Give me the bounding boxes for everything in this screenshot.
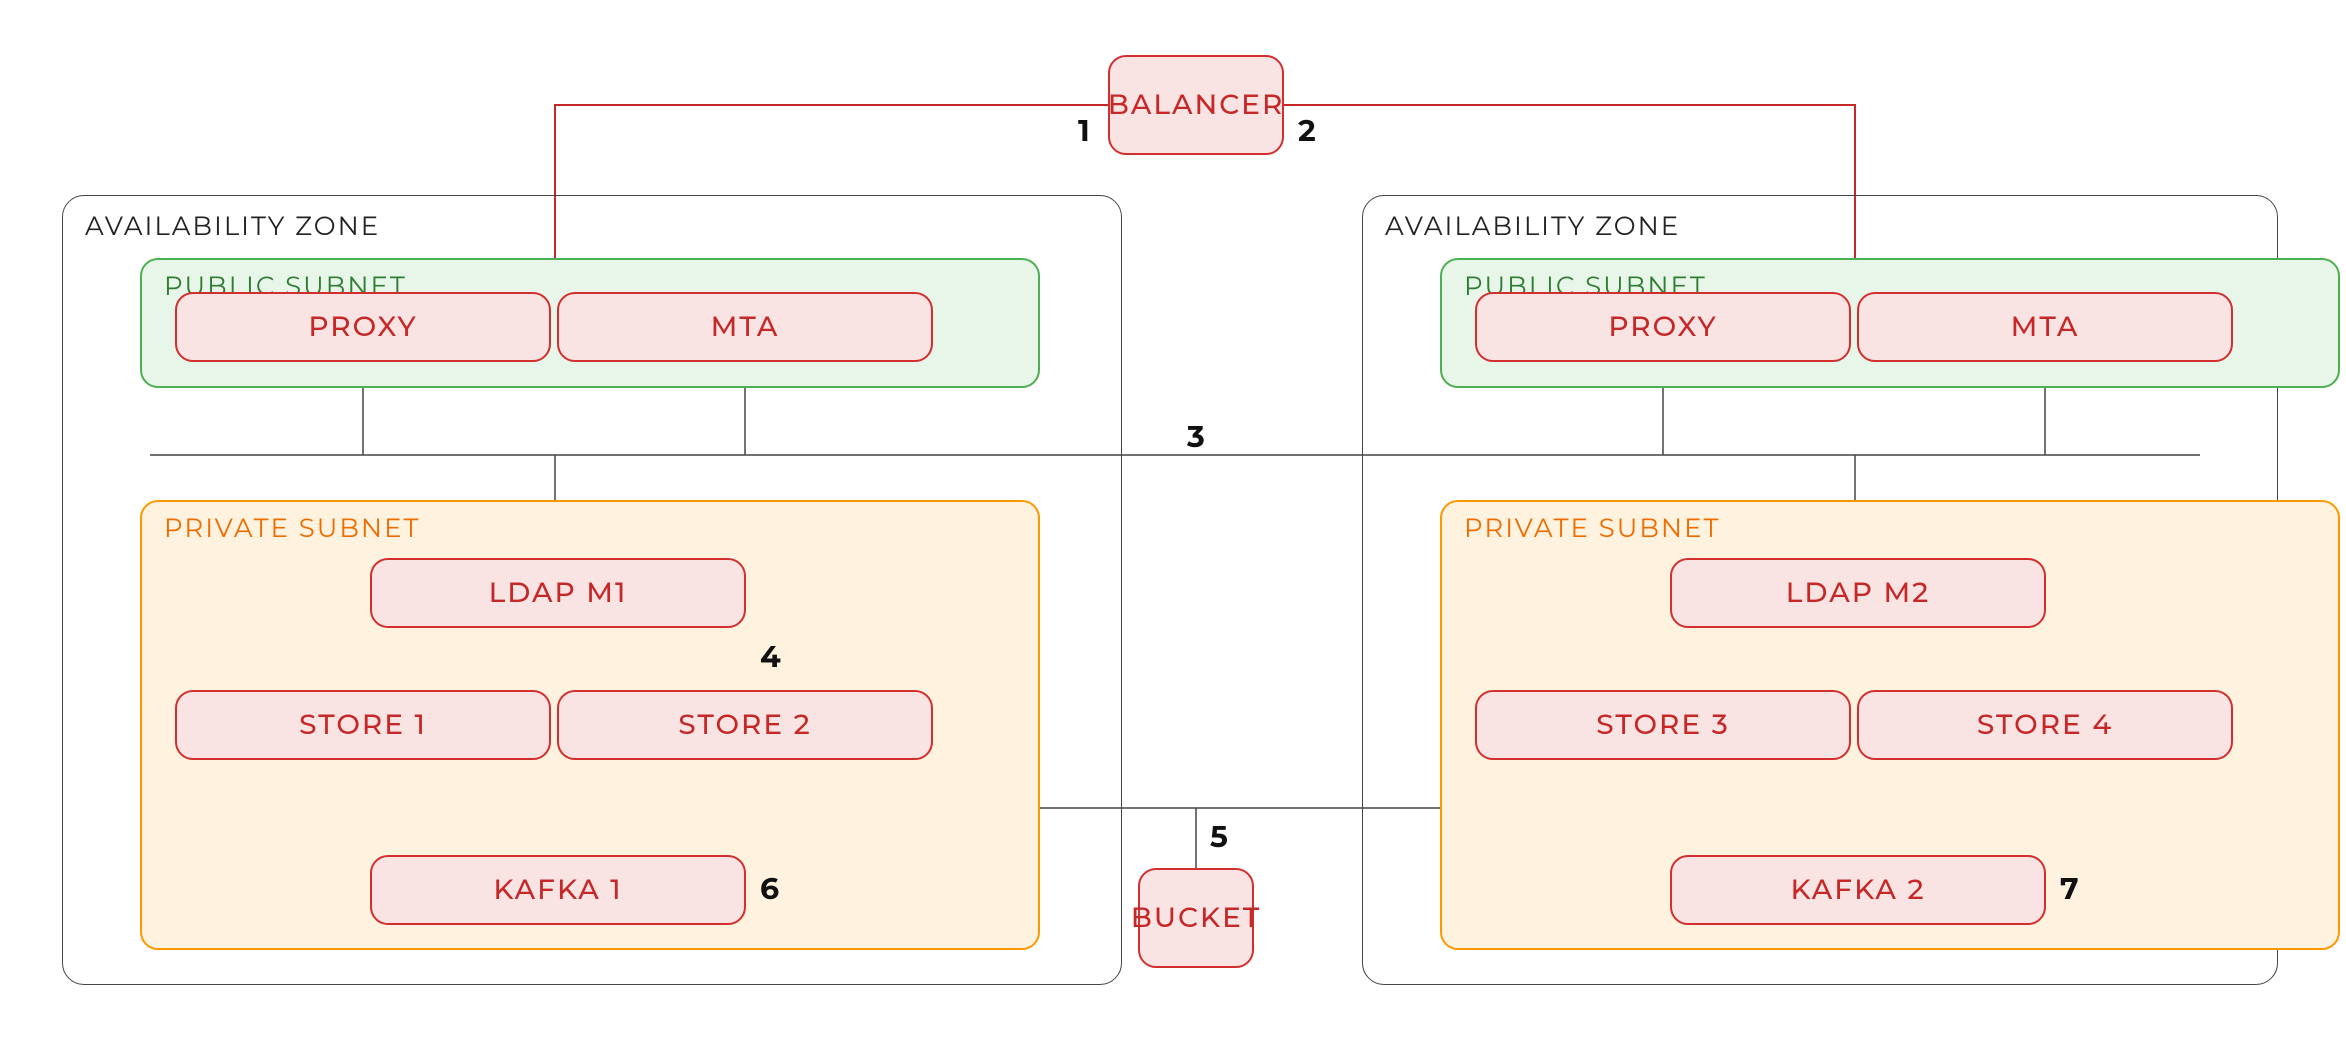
az2-private-label: PRIVATE SUBNET — [1464, 512, 1720, 544]
callout-2: 2 — [1298, 112, 1316, 149]
az2-mta-node: MTA — [1857, 292, 2233, 362]
balancer-label: BALANCER — [1108, 88, 1285, 122]
az2-proxy-label: PROXY — [1608, 310, 1717, 344]
az2-store4-label: STORE 4 — [1977, 708, 2113, 742]
callout-3: 3 — [1187, 418, 1205, 455]
az1-ldap-node: LDAP M1 — [370, 558, 746, 628]
az2-store3-node: STORE 3 — [1475, 690, 1851, 760]
az1-store2-label: STORE 2 — [678, 708, 812, 742]
az1-proxy-node: PROXY — [175, 292, 551, 362]
callout-7: 7 — [2060, 870, 2079, 907]
az2-ldap-label: LDAP M2 — [1786, 576, 1931, 610]
az2-mta-label: MTA — [2011, 310, 2080, 344]
az1-private-label: PRIVATE SUBNET — [164, 512, 420, 544]
az1-store1-node: STORE 1 — [175, 690, 551, 760]
az1-store1-label: STORE 1 — [299, 708, 427, 742]
az1-mta-node: MTA — [557, 292, 933, 362]
bucket-label: BUCKET — [1131, 901, 1262, 935]
az2-kafka-label: KAFKA 2 — [1790, 873, 1925, 907]
az2-proxy-node: PROXY — [1475, 292, 1851, 362]
az2-store3-label: STORE 3 — [1596, 708, 1729, 742]
callout-1: 1 — [1078, 112, 1090, 149]
az1-proxy-label: PROXY — [308, 310, 417, 344]
az2-ldap-node: LDAP M2 — [1670, 558, 2046, 628]
az2-kafka-node: KAFKA 2 — [1670, 855, 2046, 925]
az2-store4-node: STORE 4 — [1857, 690, 2233, 760]
az1-kafka-node: KAFKA 1 — [370, 855, 746, 925]
az2-title: AVAILABILITY ZONE — [1385, 210, 1680, 242]
az1-store2-node: STORE 2 — [557, 690, 933, 760]
az1-title: AVAILABILITY ZONE — [85, 210, 380, 242]
callout-4: 4 — [760, 638, 781, 675]
az1-mta-label: MTA — [711, 310, 780, 344]
callout-6: 6 — [760, 870, 779, 907]
bucket-node: BUCKET — [1138, 868, 1254, 968]
balancer-node: BALANCER — [1108, 55, 1284, 155]
az1-ldap-label: LDAP M1 — [489, 576, 628, 610]
callout-5: 5 — [1210, 818, 1228, 855]
az1-kafka-label: KAFKA 1 — [493, 873, 622, 907]
